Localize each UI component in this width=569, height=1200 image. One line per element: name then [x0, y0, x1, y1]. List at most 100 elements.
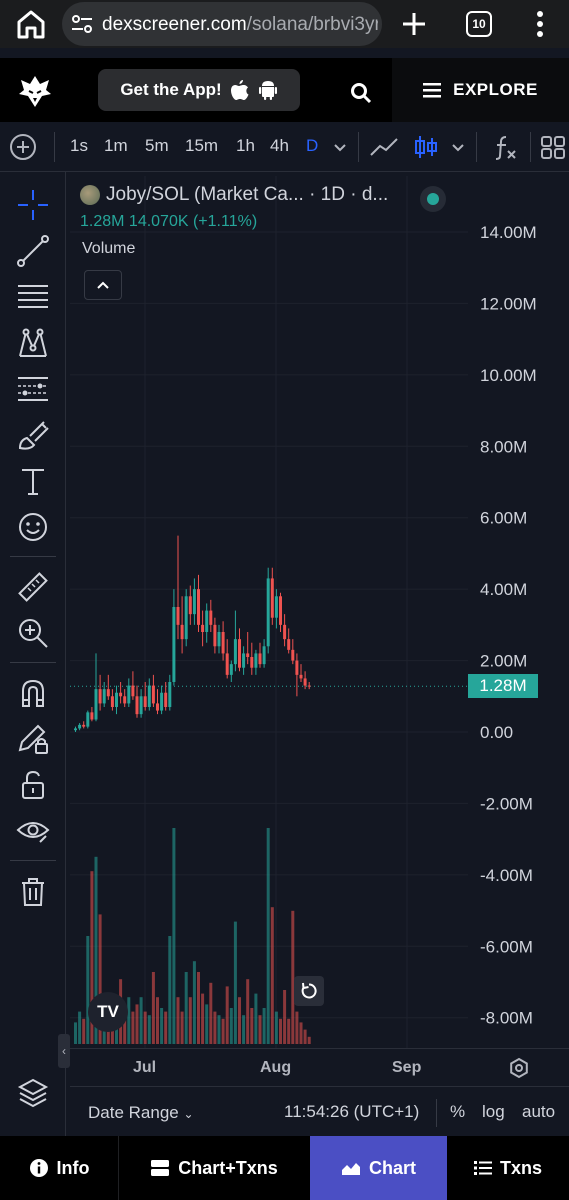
volume-bar: [127, 997, 131, 1044]
volume-bar: [221, 1018, 225, 1044]
candles-icon[interactable]: [410, 132, 442, 162]
home-icon[interactable]: [14, 8, 48, 40]
indicators-icon[interactable]: [490, 132, 522, 162]
auto-scale-toggle[interactable]: auto: [522, 1102, 555, 1122]
timeframe-1h[interactable]: 1h: [236, 136, 255, 156]
volume-bar: [233, 921, 237, 1044]
trend-line-icon[interactable]: [16, 234, 50, 268]
candle-body: [213, 624, 217, 647]
timeframe-5m[interactable]: 5m: [145, 136, 169, 156]
site-header: Get the App! EXPLORE: [0, 58, 569, 122]
timeframe-4h[interactable]: 4h: [270, 136, 289, 156]
candle-body: [168, 682, 172, 707]
toolbar-divider: [54, 132, 55, 162]
date-range-label: Date Range: [88, 1103, 179, 1122]
add-symbol-icon[interactable]: [10, 134, 36, 160]
price-chart[interactable]: 14.00M 12.00M 10.00M 8.00M 6.00M 4.00M 2.00M 0.…: [70, 176, 569, 1048]
time-label-jul: Jul: [133, 1059, 157, 1076]
timeframe-1m[interactable]: 1m: [104, 136, 128, 156]
tab-info[interactable]: Info: [0, 1136, 118, 1200]
reset-chart-button[interactable]: [294, 976, 324, 1006]
volume-bar: [86, 936, 90, 1044]
collapse-toolbar-button[interactable]: ‹: [58, 1034, 70, 1068]
axis-settings-icon[interactable]: [508, 1057, 530, 1079]
chevron-down-icon: ⌄: [183, 1107, 194, 1121]
timeframe-1s[interactable]: 1s: [70, 136, 88, 156]
text-tool-icon[interactable]: [16, 464, 50, 498]
tradingview-logo-icon[interactable]: TV: [88, 992, 128, 1032]
volume-bar: [172, 828, 176, 1044]
time-label-sep: Sep: [392, 1059, 422, 1076]
candle-body: [123, 696, 127, 704]
volume-bar: [295, 1011, 299, 1044]
unlock-icon[interactable]: [16, 768, 50, 802]
brush-icon[interactable]: [16, 418, 50, 452]
candle-body: [151, 685, 155, 704]
layers-icon[interactable]: [16, 1076, 50, 1110]
dexscreener-logo-icon[interactable]: [16, 72, 54, 110]
volume-bar: [176, 997, 180, 1044]
candle-body: [188, 596, 192, 615]
pattern-icon[interactable]: [16, 326, 50, 360]
candle-body: [98, 689, 102, 704]
forecast-icon[interactable]: [16, 372, 50, 406]
tab-txns[interactable]: Txns: [447, 1136, 569, 1200]
date-range-button[interactable]: Date Range ⌄: [88, 1103, 194, 1123]
chevron-down-icon[interactable]: [330, 132, 350, 162]
volume-bar: [274, 1011, 278, 1044]
url-host: dexscreener.com: [102, 14, 247, 35]
volume-bar: [279, 1018, 282, 1044]
volume-bar: [242, 1015, 246, 1044]
timeframe-d[interactable]: D: [306, 136, 318, 156]
clock-timezone[interactable]: 11:54:26 (UTC+1): [284, 1102, 419, 1122]
percent-scale-toggle[interactable]: %: [450, 1102, 465, 1122]
log-scale-toggle[interactable]: log: [482, 1102, 505, 1122]
fib-retracement-icon[interactable]: [16, 280, 50, 314]
trash-icon[interactable]: [16, 874, 50, 908]
tab-chart-txns[interactable]: Chart+Txns: [119, 1136, 309, 1200]
current-price-label: 1.28M: [468, 674, 538, 698]
eye-icon[interactable]: [16, 814, 50, 848]
emoji-icon[interactable]: [16, 510, 50, 544]
url-bar[interactable]: dexscreener.com/solana/brbvi3yr1r: [62, 2, 382, 46]
volume-bar: [225, 986, 229, 1044]
legend-collapse-button[interactable]: [84, 270, 122, 300]
search-icon[interactable]: [350, 82, 372, 104]
time-axis[interactable]: Jul Aug Sep: [70, 1048, 569, 1086]
price-axis-label: -4.00M: [480, 866, 533, 885]
tab-count-button[interactable]: 10: [466, 11, 492, 37]
lock-drawings-icon[interactable]: [16, 722, 50, 756]
explore-button[interactable]: EXPLORE: [392, 58, 569, 122]
volume-bar: [160, 1008, 164, 1044]
apple-icon: [230, 80, 249, 100]
chart-toolbar: 1s 1m 5m 15m 1h 4h D: [0, 122, 569, 172]
volume-bar: [82, 1018, 86, 1044]
tools-divider: [10, 860, 56, 861]
timeframe-15m[interactable]: 15m: [185, 136, 218, 156]
candle-body: [274, 596, 278, 618]
site-settings-icon[interactable]: [70, 14, 94, 34]
candle-body: [78, 724, 82, 729]
zoom-in-icon[interactable]: [16, 616, 50, 650]
tab-chart[interactable]: Chart: [310, 1136, 447, 1200]
candle-body: [135, 696, 139, 715]
ruler-icon[interactable]: [16, 570, 50, 604]
line-chart-icon[interactable]: [368, 132, 400, 162]
candle-body: [266, 578, 270, 647]
crosshair-icon[interactable]: [16, 188, 50, 222]
magnet-icon[interactable]: [16, 676, 50, 710]
volume-bar: [135, 1004, 139, 1044]
token-avatar: [80, 185, 100, 205]
chevron-down-icon[interactable]: [448, 132, 468, 162]
volume-bar: [307, 1036, 311, 1044]
hamburger-icon: [423, 83, 442, 98]
layout-grid-icon[interactable]: [538, 132, 569, 162]
chart-area[interactable]: 14.00M 12.00M 10.00M 8.00M 6.00M 4.00M 2.00M 0.…: [70, 176, 569, 1048]
kebab-menu-icon[interactable]: [530, 10, 550, 38]
volume-bar: [131, 1011, 135, 1044]
candle-body: [205, 610, 209, 632]
get-app-button[interactable]: Get the App!: [98, 69, 300, 111]
new-tab-icon[interactable]: [400, 10, 428, 38]
url-text: dexscreener.com/solana/brbvi3yr1r: [102, 14, 378, 36]
candle-body: [90, 712, 94, 720]
